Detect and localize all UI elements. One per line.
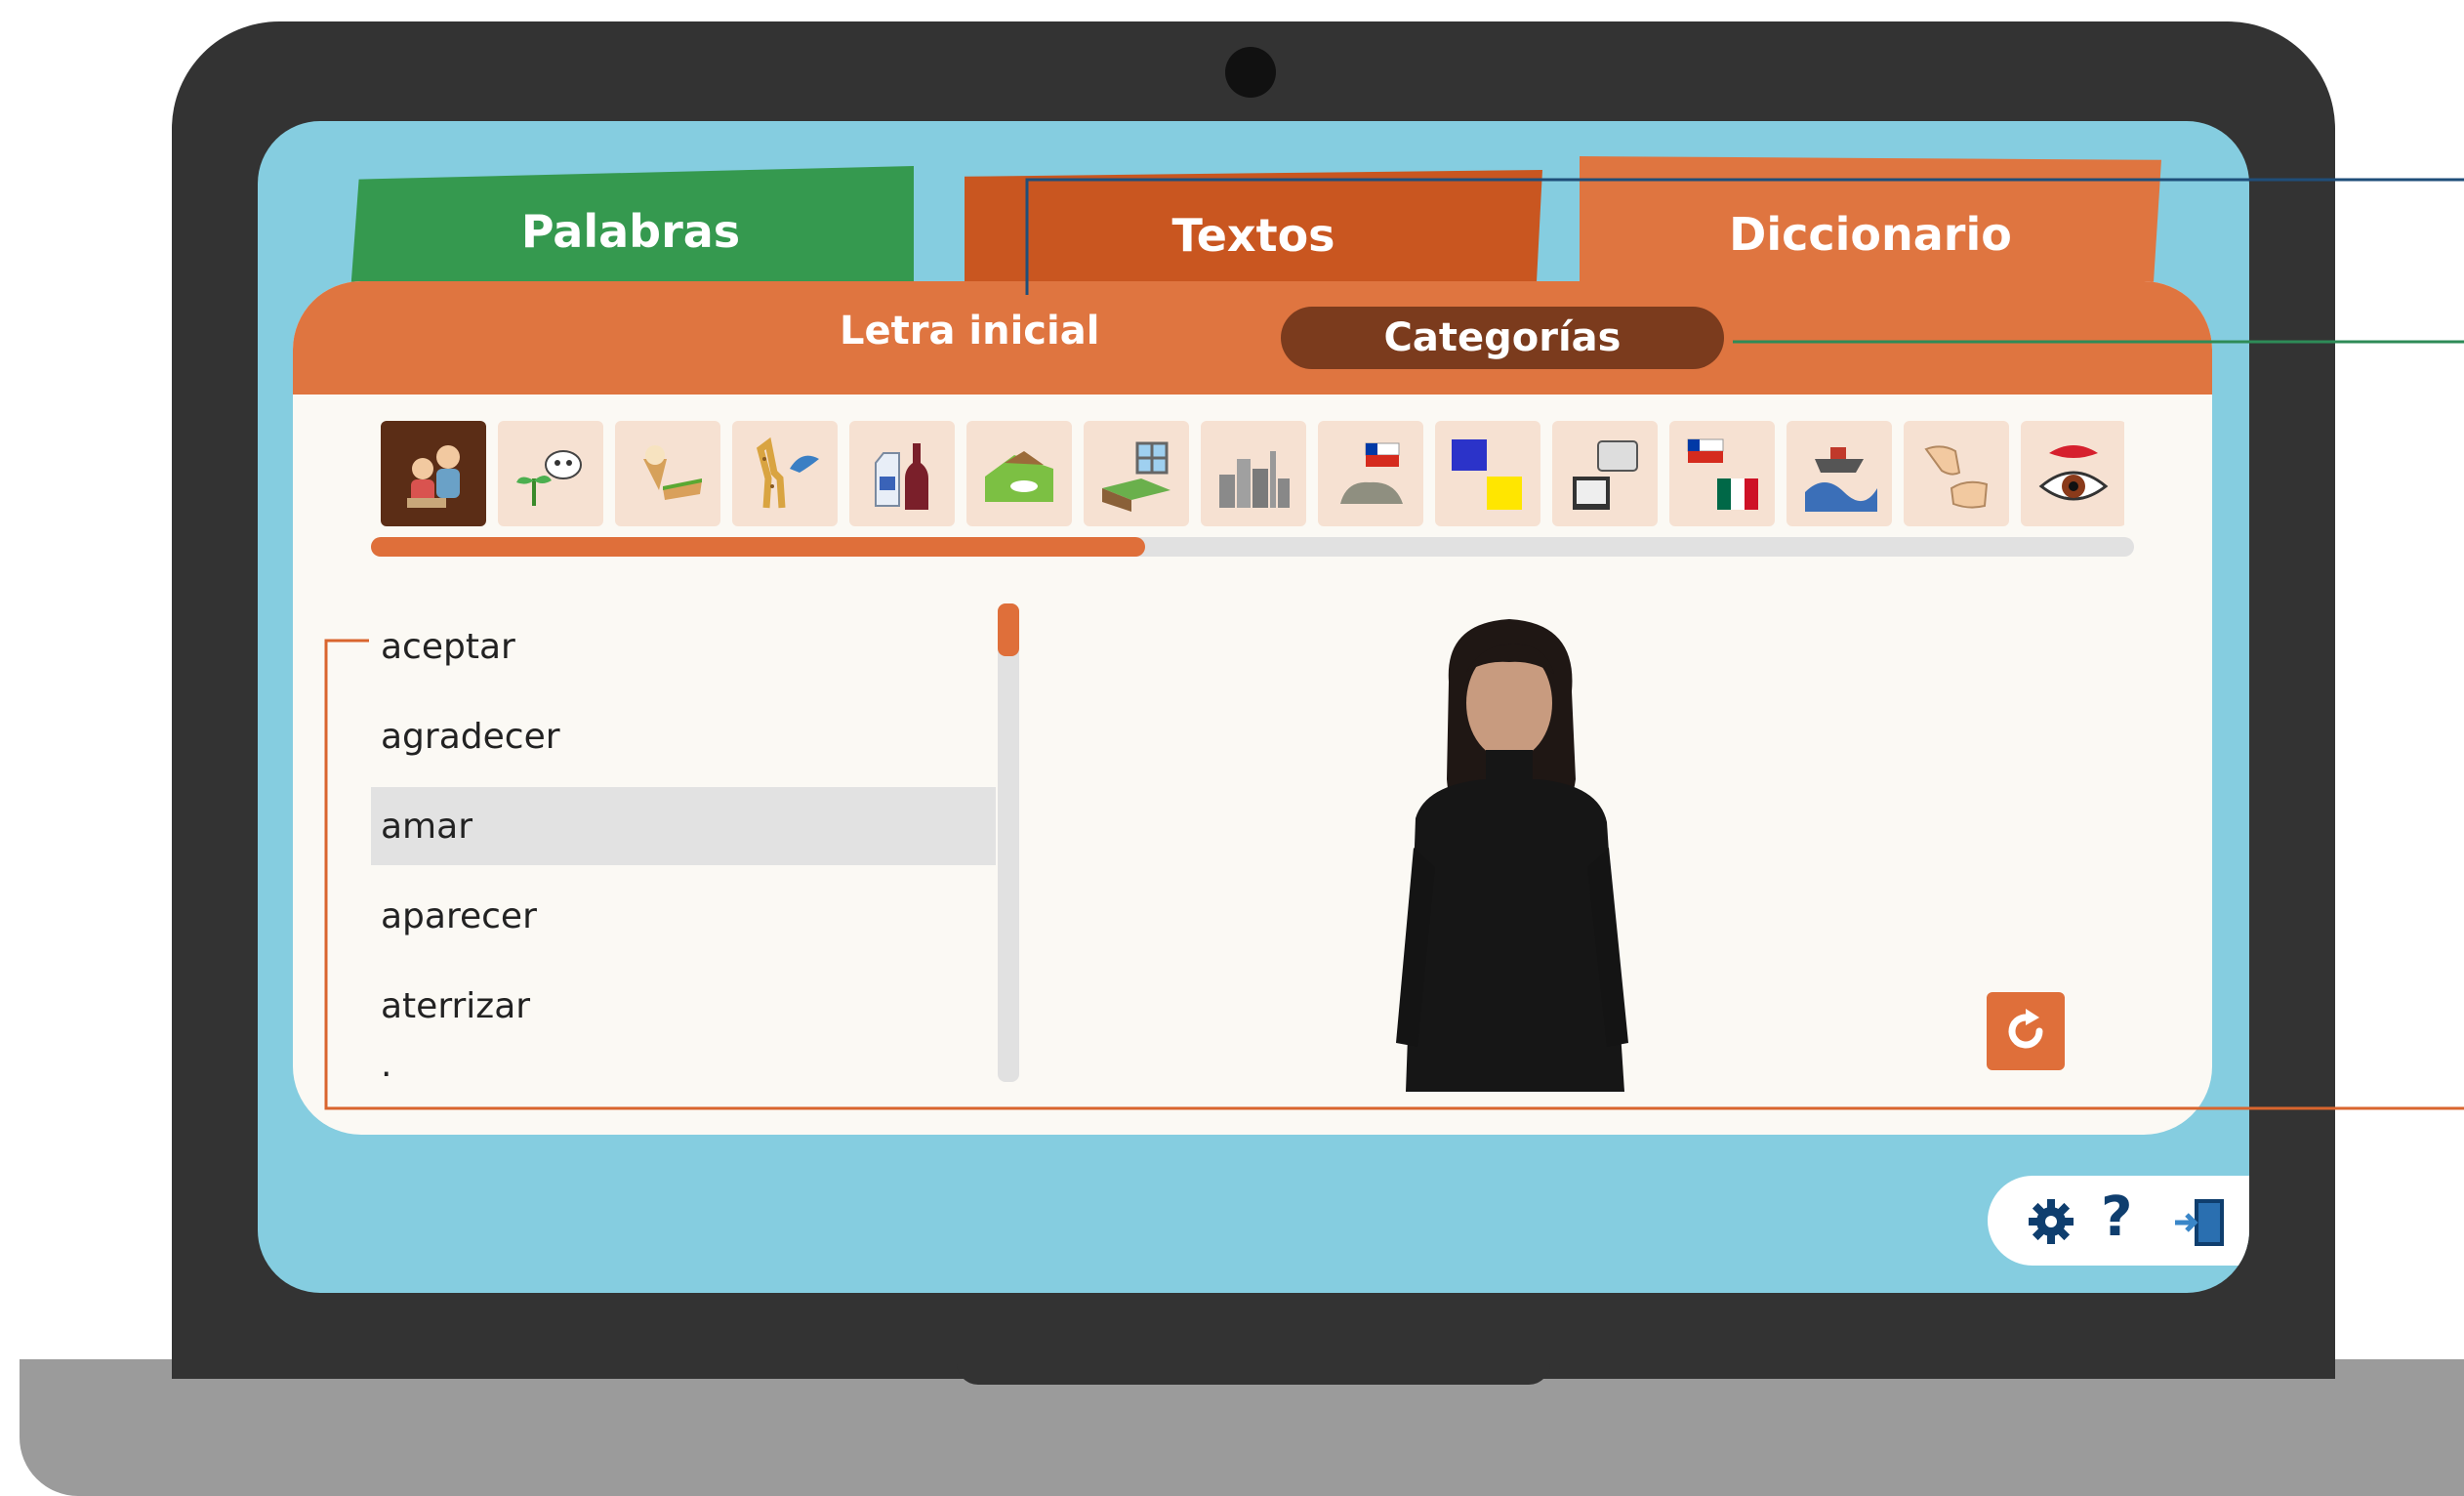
annotation-lines <box>324 178 2464 1110</box>
